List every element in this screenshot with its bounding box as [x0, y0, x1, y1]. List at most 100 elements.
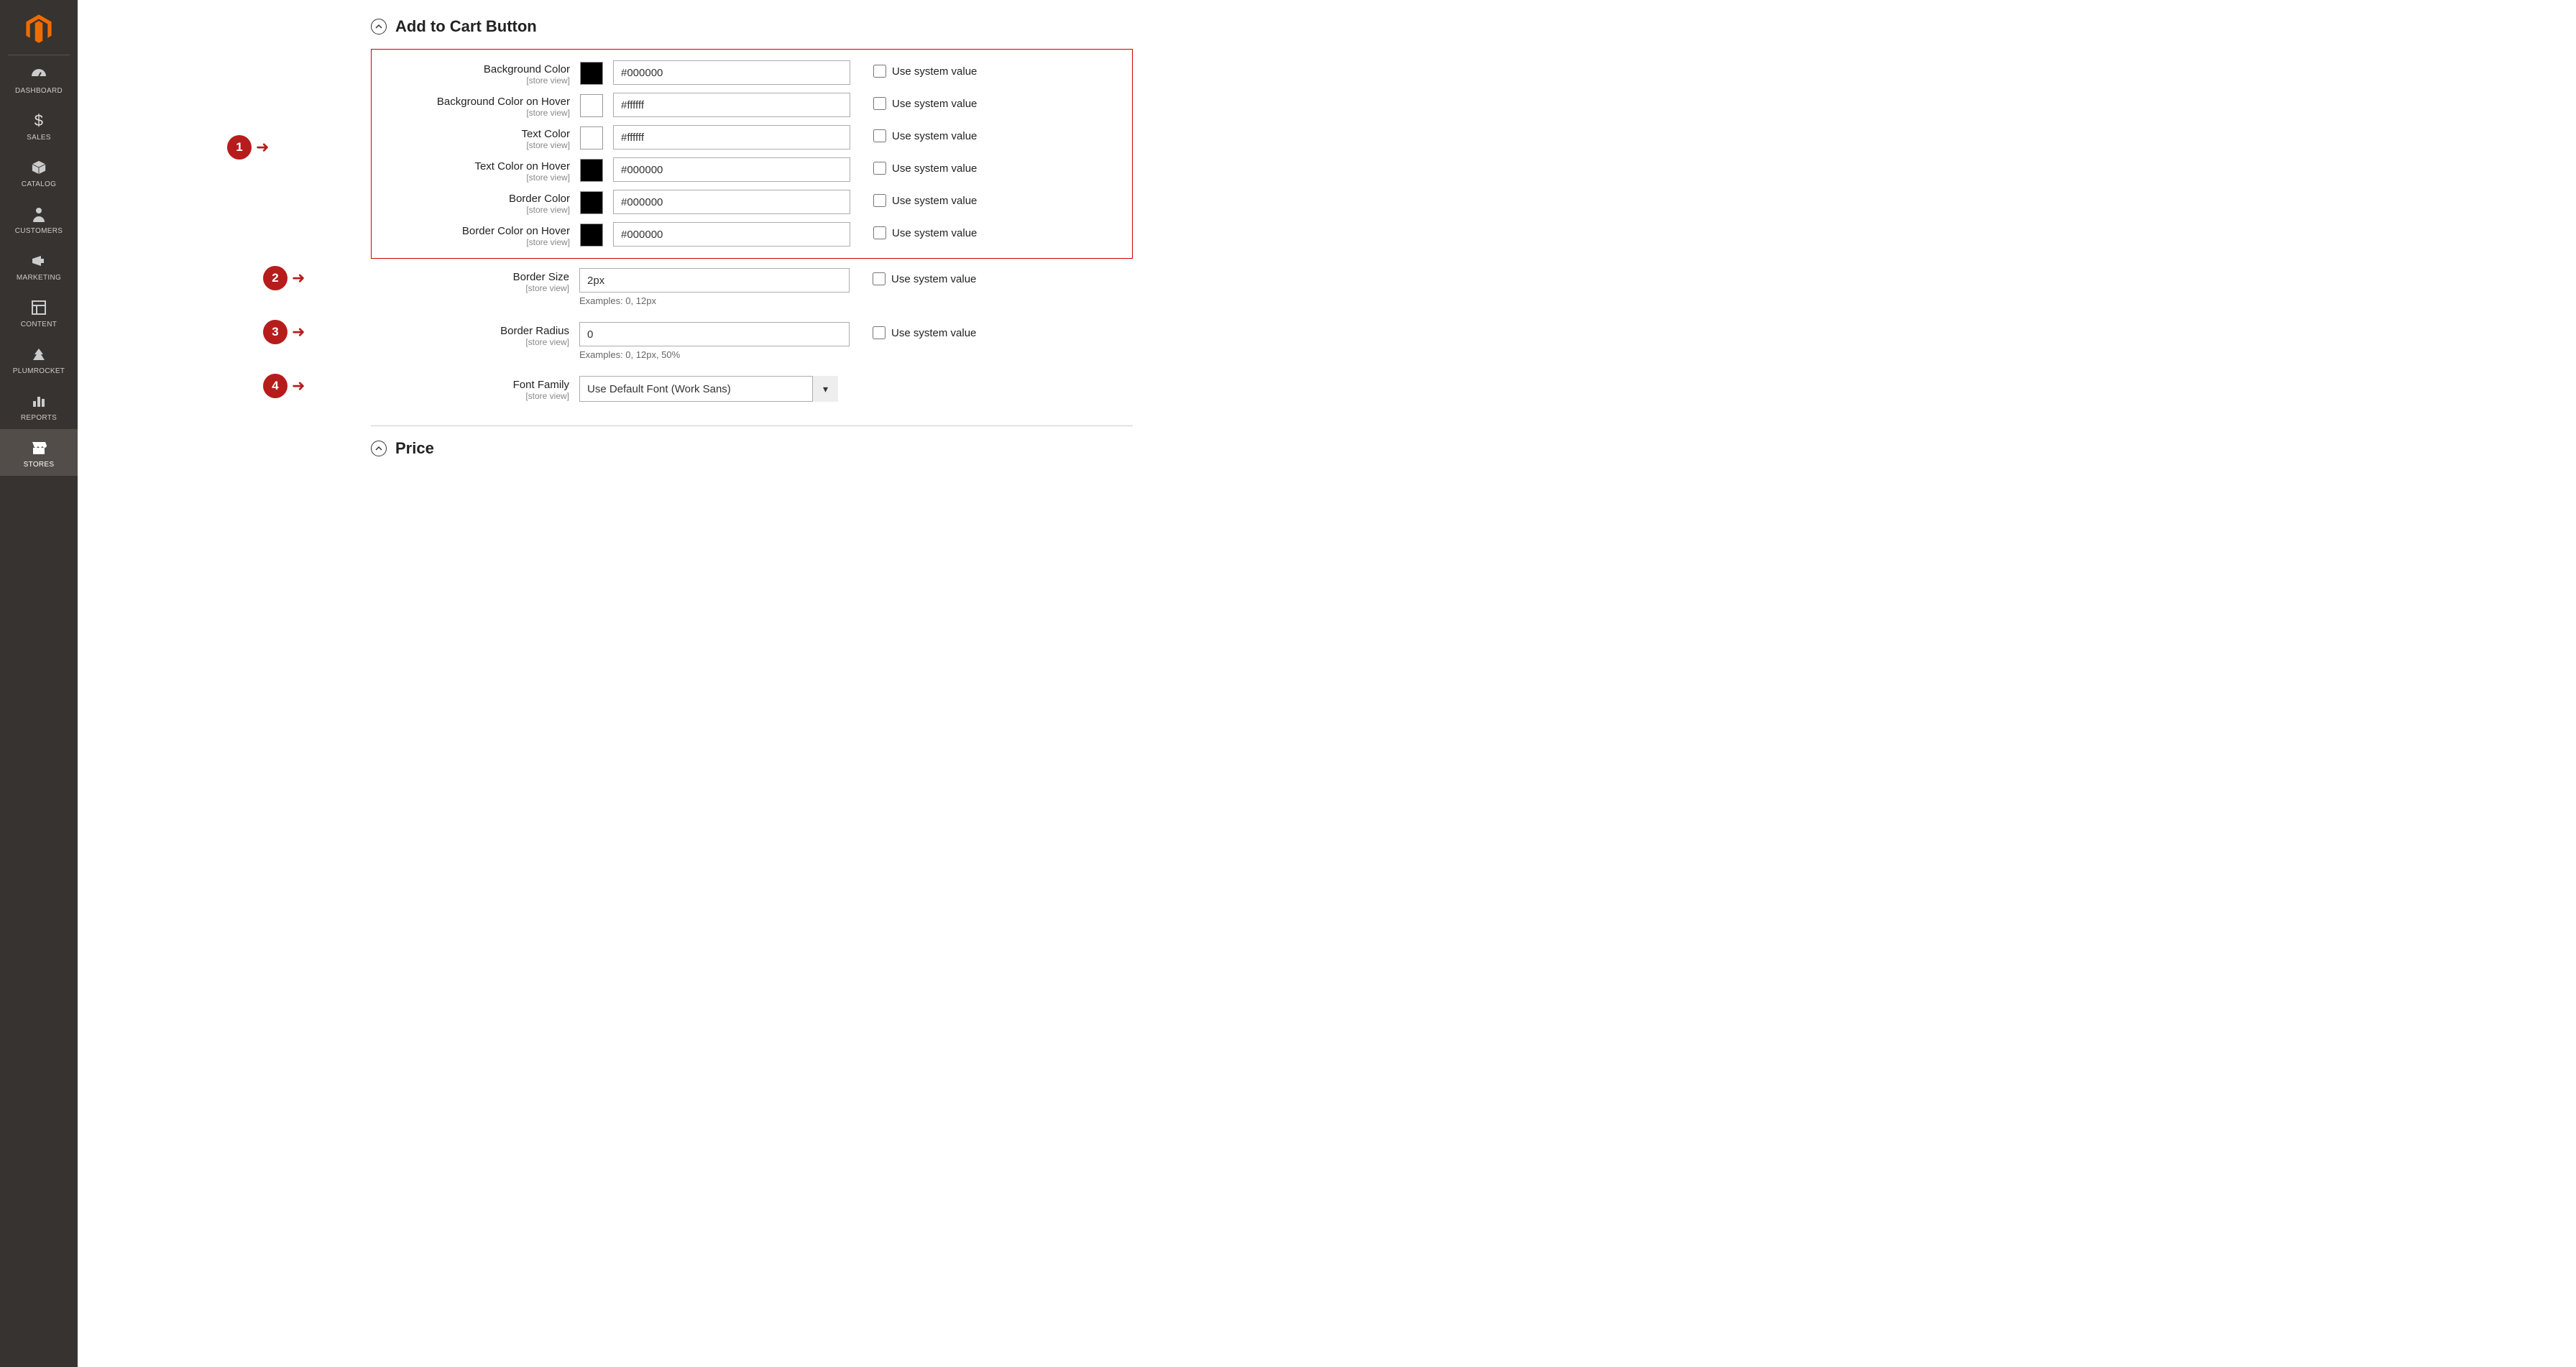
- border-color-hover-input[interactable]: [613, 222, 850, 247]
- sidebar-item-label: DASHBOARD: [3, 87, 75, 95]
- field-scope: [store view]: [376, 205, 570, 215]
- sidebar-item-content[interactable]: CONTENT: [0, 289, 78, 336]
- field-scope: [store view]: [375, 391, 569, 401]
- use-system-checkbox[interactable]: [873, 162, 886, 175]
- tree-icon: [3, 344, 75, 364]
- field-hint: Examples: 0, 12px, 50%: [579, 349, 976, 360]
- main-content: Add to Cart Button 1 ➜ Background Color …: [78, 0, 2576, 1367]
- arrow-right-icon: ➜: [292, 377, 305, 395]
- field-border-color-hover: Border Color on Hover [store view] Use s…: [376, 218, 1128, 251]
- field-text-color-hover: Text Color on Hover [store view] Use sys…: [376, 154, 1128, 186]
- annotation-4: 4 ➜: [263, 374, 305, 398]
- sidebar-item-customers[interactable]: CUSTOMERS: [0, 195, 78, 242]
- use-system-checkbox[interactable]: [873, 326, 886, 339]
- field-border-radius: 3 ➜ Border Radius [store view] Use syste…: [371, 318, 1133, 364]
- color-swatch[interactable]: [580, 62, 603, 85]
- use-system-label: Use system value: [892, 65, 977, 78]
- chevron-up-icon: [371, 441, 387, 456]
- field-label: Background Color: [376, 63, 570, 75]
- use-system-checkbox[interactable]: [873, 194, 886, 207]
- color-swatch[interactable]: [580, 191, 603, 214]
- text-color-hover-input[interactable]: [613, 157, 850, 182]
- field-scope: [store view]: [376, 172, 570, 183]
- field-scope: [store view]: [375, 283, 569, 293]
- use-system-checkbox[interactable]: [873, 272, 886, 285]
- field-label: Font Family: [375, 379, 569, 391]
- sidebar-item-label: PLUMROCKET: [3, 367, 75, 375]
- use-system-label: Use system value: [891, 273, 976, 285]
- megaphone-icon: [3, 251, 75, 271]
- color-swatch[interactable]: [580, 159, 603, 182]
- sidebar-item-label: REPORTS: [3, 414, 75, 422]
- field-scope: [store view]: [375, 337, 569, 347]
- font-family-select[interactable]: Use Default Font (Work Sans): [579, 376, 838, 402]
- use-system-label: Use system value: [892, 162, 977, 175]
- field-label: Border Color on Hover: [376, 225, 570, 237]
- field-background-color: Background Color [store view] Use system…: [376, 57, 1128, 89]
- use-system-label: Use system value: [891, 327, 976, 339]
- sidebar-item-label: SALES: [3, 134, 75, 142]
- use-system-label: Use system value: [892, 98, 977, 110]
- use-system-checkbox[interactable]: [873, 65, 886, 78]
- sidebar-item-stores[interactable]: STORES: [0, 429, 78, 476]
- gauge-icon: [3, 64, 75, 84]
- sidebar-item-label: STORES: [3, 461, 75, 469]
- sidebar-item-catalog[interactable]: CATALOG: [0, 149, 78, 195]
- color-fields-highlight: Background Color [store view] Use system…: [371, 49, 1133, 259]
- use-system-checkbox[interactable]: [873, 129, 886, 142]
- color-swatch[interactable]: [580, 224, 603, 247]
- use-system-label: Use system value: [892, 195, 977, 207]
- sidebar-item-label: CONTENT: [3, 321, 75, 328]
- field-font-family: 4 ➜ Font Family [store view] Use Default…: [371, 372, 1133, 405]
- dollar-icon: $: [3, 111, 75, 131]
- arrow-right-icon: ➜: [292, 323, 305, 341]
- magento-logo-icon: [23, 13, 55, 45]
- sidebar-item-plumrocket[interactable]: PLUMROCKET: [0, 336, 78, 382]
- field-label: Border Size: [375, 271, 569, 283]
- use-system-checkbox[interactable]: [873, 226, 886, 239]
- section-header-price[interactable]: Price: [371, 439, 1133, 458]
- background-color-hover-input[interactable]: [613, 93, 850, 117]
- annotation-3: 3 ➜: [263, 320, 305, 344]
- person-icon: [3, 204, 75, 224]
- layout-icon: [3, 298, 75, 318]
- field-label: Border Color: [376, 193, 570, 205]
- annotation-1: 1 ➜: [227, 135, 269, 160]
- box-icon: [3, 157, 75, 178]
- color-swatch[interactable]: [580, 126, 603, 149]
- annotation-2: 2 ➜: [263, 266, 305, 290]
- field-label: Text Color: [376, 128, 570, 140]
- background-color-input[interactable]: [613, 60, 850, 85]
- border-size-input[interactable]: [579, 268, 850, 293]
- sidebar-item-sales[interactable]: $ SALES: [0, 102, 78, 149]
- border-radius-input[interactable]: [579, 322, 850, 346]
- field-hint: Examples: 0, 12px: [579, 295, 976, 306]
- section-separator: [371, 425, 1133, 426]
- field-scope: [store view]: [376, 237, 570, 247]
- sidebar-item-label: MARKETING: [3, 274, 75, 282]
- sidebar-item-label: CATALOG: [3, 180, 75, 188]
- field-border-size: 2 ➜ Border Size [store view] Use system …: [371, 264, 1133, 310]
- sidebar-item-marketing[interactable]: MARKETING: [0, 242, 78, 289]
- bar-chart-icon: [3, 391, 75, 411]
- arrow-right-icon: ➜: [256, 138, 269, 157]
- sidebar-item-label: CUSTOMERS: [3, 227, 75, 235]
- sidebar-item-dashboard[interactable]: DASHBOARD: [0, 55, 78, 102]
- admin-sidebar: DASHBOARD $ SALES CATALOG CUSTOMERS MARK…: [0, 0, 78, 1367]
- section-title: Add to Cart Button: [395, 17, 537, 36]
- sidebar-item-reports[interactable]: REPORTS: [0, 382, 78, 429]
- field-scope: [store view]: [376, 140, 570, 150]
- color-swatch[interactable]: [580, 94, 603, 117]
- text-color-input[interactable]: [613, 125, 850, 149]
- use-system-label: Use system value: [892, 227, 977, 239]
- use-system-label: Use system value: [892, 130, 977, 142]
- field-text-color: Text Color [store view] Use system value: [376, 121, 1128, 154]
- use-system-checkbox[interactable]: [873, 97, 886, 110]
- border-color-input[interactable]: [613, 190, 850, 214]
- field-label: Text Color on Hover: [376, 160, 570, 172]
- field-label: Border Radius: [375, 325, 569, 337]
- section-header-add-to-cart[interactable]: Add to Cart Button: [371, 17, 1133, 36]
- field-scope: [store view]: [376, 75, 570, 86]
- field-label: Background Color on Hover: [376, 96, 570, 108]
- field-scope: [store view]: [376, 108, 570, 118]
